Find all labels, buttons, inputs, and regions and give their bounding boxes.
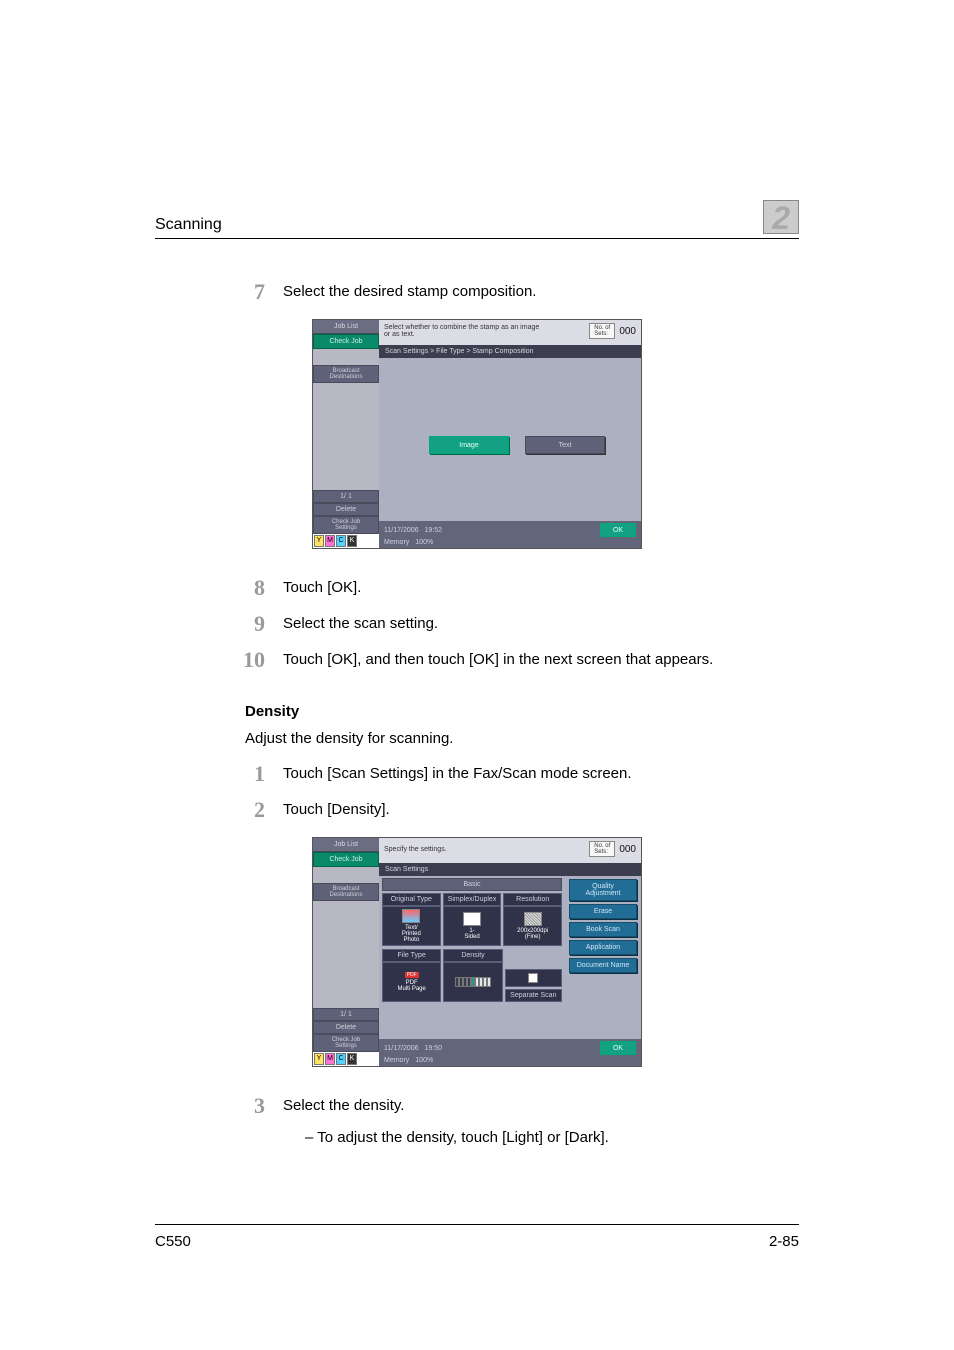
time-value: 19:50 [425,1045,443,1052]
simplex-duplex-header: Simplex/Duplex [443,893,502,906]
step-text: Select the desired stamp composition. [283,279,536,300]
original-type-tile[interactable]: Text/ Printed Photo [382,906,441,946]
step-number: 8 [225,575,265,601]
instruction-text: Specify the settings. [384,846,447,853]
density-heading: Density [245,703,799,720]
broadcast-button[interactable]: Broadcast Destinations [313,365,379,383]
memory-label: Memory [384,1057,409,1064]
file-type-tile[interactable]: PDF PDF Multi Page [382,962,441,1002]
book-scan-button[interactable]: Book Scan [569,922,637,937]
ok-button[interactable]: OK [600,523,636,537]
delete-button[interactable]: Delete [313,503,379,516]
simplex-tile[interactable]: 1- Sided [443,906,502,946]
step-text: Select the density. [283,1093,404,1114]
footer-page: 2-85 [769,1233,799,1250]
toner-k-icon: K [347,535,357,547]
memory-label: Memory [384,539,409,546]
text-button[interactable]: Text [525,436,605,454]
resolution-value: 200x200dpi (Fine) [504,928,561,940]
date-value: 11/17/2006 [384,1045,419,1052]
step-number: 3 [225,1093,265,1119]
step-number: 1 [225,761,265,787]
check-job-button[interactable]: Check Job [313,334,379,349]
toner-k-icon: K [347,1053,357,1065]
orig-type-value: Text/ Printed Photo [383,925,440,943]
memory-value: 100% [415,1057,433,1064]
step-text: Touch [Scan Settings] in the Fax/Scan mo… [283,761,632,782]
time-value: 19:52 [425,527,443,534]
resolution-tile[interactable]: 200x200dpi (Fine) [503,906,562,946]
separate-scan-button[interactable]: Separate Scan [505,989,562,1002]
copies-label: No. of Sets: [589,323,615,339]
simplex-value: 1- Sided [444,928,501,940]
step-text: Touch [Density]. [283,797,390,818]
date-value: 11/17/2006 [384,527,419,534]
section-title: Scanning [155,216,222,234]
toner-y-icon: Y [314,1053,324,1065]
step-number: 7 [225,279,265,305]
toner-m-icon: M [325,1053,335,1065]
file-type-header: File Type [382,949,441,962]
toner-c-icon: C [336,535,346,547]
document-name-button[interactable]: Document Name [569,958,637,973]
check-settings-button[interactable]: Check Job Settings [313,1034,379,1052]
step-text: Touch [OK]. [283,575,361,596]
step-text: Touch [OK], and then touch [OK] in the n… [283,647,713,668]
application-button[interactable]: Application [569,940,637,955]
density-icon [444,977,501,987]
memory-value: 100% [415,539,433,546]
check-settings-button[interactable]: Check Job Settings [313,516,379,534]
toner-m-icon: M [325,535,335,547]
breadcrumb: Scan Settings > File Type > Stamp Compos… [379,345,641,358]
check-job-button[interactable]: Check Job [313,852,379,867]
resolution-header: Resolution [503,893,562,906]
step-number: 9 [225,611,265,637]
toner-c-icon: C [336,1053,346,1065]
pdf-icon: PDF [405,972,419,978]
copies-value: 000 [619,326,636,337]
step-number: 2 [225,797,265,823]
density-header: Density [443,949,502,962]
instruction-text: Select whether to combine the stamp as a… [384,324,544,338]
density-intro: Adjust the density for scanning. [245,730,799,747]
image-button[interactable]: Image [429,436,509,454]
page-indicator: 1/ 1 [313,490,379,503]
job-list-tab[interactable]: Job List [313,838,379,852]
toner-y-icon: Y [314,535,324,547]
page-indicator: 1/ 1 [313,1008,379,1021]
step-number: 10 [225,647,265,673]
step-subtext: – To adjust the density, touch [Light] o… [305,1129,799,1146]
sep-scan-checkbox-icon [528,973,538,983]
quality-adjust-button[interactable]: Quality Adjustment [569,879,637,901]
delete-button[interactable]: Delete [313,1021,379,1034]
original-type-header: Original Type [382,893,441,906]
chapter-number: 2 [763,200,799,234]
erase-button[interactable]: Erase [569,904,637,919]
copies-label: No. of Sets: [589,841,615,857]
breadcrumb: Scan Settings [379,863,641,876]
screenshot-stamp-composition: Job List Check Job Broadcast Destination… [312,319,642,549]
broadcast-button[interactable]: Broadcast Destinations [313,883,379,901]
ok-button[interactable]: OK [600,1041,636,1055]
orig-type-icon [402,909,420,923]
job-list-tab[interactable]: Job List [313,320,379,334]
density-tile[interactable] [443,962,502,1002]
resolution-icon [524,912,542,926]
basic-tab[interactable]: Basic [382,878,562,891]
simplex-icon [463,912,481,926]
screenshot-scan-settings: Job List Check Job Broadcast Destination… [312,837,642,1067]
footer-model: C550 [155,1233,191,1250]
step-text: Select the scan setting. [283,611,438,632]
file-type-value: PDF Multi Page [383,980,440,992]
copies-value: 000 [619,844,636,855]
